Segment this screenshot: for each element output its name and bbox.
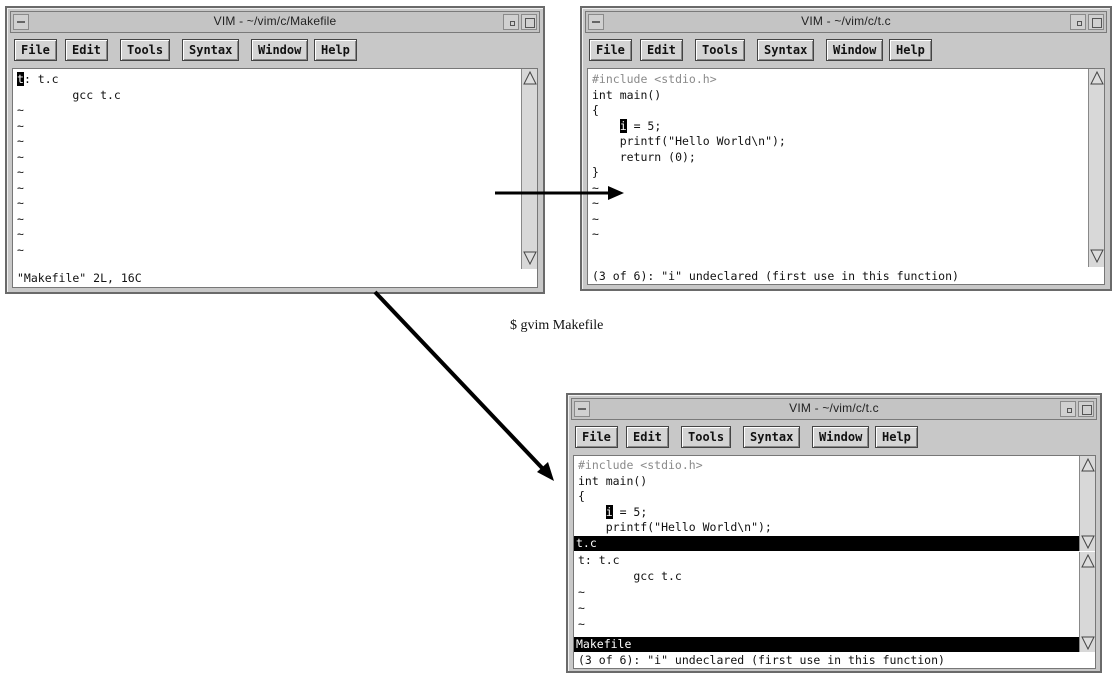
empty-line-marker: ~ [592,180,599,195]
code-line: gcc t.c [17,87,121,102]
menu-file[interactable]: File [14,39,57,61]
menu-syntax[interactable]: Syntax [182,39,240,61]
message-line: "Makefile" 2L, 16C [17,271,142,285]
code-line: #include <stdio.h> [592,72,717,86]
code-line: gcc t.c [578,569,682,583]
empty-line-marker: ~ [17,149,24,164]
empty-line-marker: ~ [17,227,24,241]
menu-edit[interactable]: Edit [65,39,108,61]
empty-line-marker: ~ [578,617,585,631]
scroll-down-icon[interactable] [1081,636,1095,650]
menu-window[interactable]: Window [812,426,870,448]
minimize-icon[interactable] [1060,401,1076,417]
maximize-icon[interactable] [521,14,537,30]
scroll-down-icon[interactable] [1081,535,1095,549]
window-title: VIM - ~/vim/c/t.c [801,14,891,28]
text-cursor: i [619,118,627,133]
menu-tools[interactable]: Tools [681,426,732,448]
scroll-up-icon[interactable] [1081,458,1095,472]
scroll-up-icon[interactable] [523,71,537,85]
text-buffer[interactable]: #include <stdio.h> int main(){ i = 5; pri… [587,68,1105,285]
code-line: i = 5; [619,118,662,133]
empty-line-marker: ~ [17,118,24,133]
minimize-icon[interactable] [1070,14,1086,30]
menu-bar: File Edit Tools Syntax Window Help [571,422,1097,452]
scrollbar-bottom[interactable] [1079,552,1095,652]
command-caption: $ gvim Makefile [510,318,604,333]
code-line: t: t.c [17,72,59,86]
menu-edit[interactable]: Edit [640,39,683,61]
code-line: int main() [578,473,648,488]
empty-line-marker: ~ [17,165,24,179]
code-line: #include <stdio.h> [578,458,703,472]
text-cursor: t [17,72,24,86]
code-line: printf("Hello World\n"); [578,520,772,534]
empty-line-marker: ~ [17,196,24,210]
menu-syntax[interactable]: Syntax [743,426,801,448]
split-text-area[interactable]: #include <stdio.h> int main(){ i = 5; pri… [573,455,1096,669]
maximize-icon[interactable] [1088,14,1104,30]
menu-file[interactable]: File [575,426,618,448]
code-line: } [592,165,599,179]
menu-help[interactable]: Help [875,426,918,448]
scroll-up-icon[interactable] [1081,554,1095,568]
menu-help[interactable]: Help [889,39,932,61]
vim-window-split: VIM - ~/vim/c/t.c File Edit Tools Syntax… [566,393,1102,673]
code-line: i = 5; [605,504,648,519]
menu-window[interactable]: Window [251,39,309,61]
code-line: t: t.c [578,553,620,567]
scrollbar[interactable] [521,69,537,269]
window-title: VIM - ~/vim/c/t.c [789,401,879,415]
empty-line-marker: ~ [17,134,24,148]
status-line-tc[interactable]: t.c [574,536,1079,551]
text-cursor: i [605,504,613,519]
code-line: { [592,103,599,117]
title-bar[interactable]: VIM - ~/vim/c/Makefile [10,11,540,33]
quickfix-message-line: (3 of 6): "i" undeclared (first use in t… [578,653,945,667]
text-buffer[interactable]: t: t.c gcc t.c ~ ~ ~ ~ ~ ~ ~ ~ ~ ~ "Makefile" 2L, … [12,68,538,288]
title-bar[interactable]: VIM - ~/vim/c/t.c [585,11,1107,33]
quickfix-message-line: (3 of 6): "i" undeclared (first use in t… [592,269,959,283]
menu-bar: File Edit Tools Syntax Window Help [585,35,1107,65]
status-line-makefile[interactable]: Makefile [574,637,1079,652]
scroll-down-icon[interactable] [523,251,537,265]
menu-help[interactable]: Help [314,39,357,61]
code-line: return (0); [592,149,696,164]
menu-window[interactable]: Window [826,39,884,61]
menu-syntax[interactable]: Syntax [757,39,815,61]
menu-bar: File Edit Tools Syntax Window Help [10,35,540,65]
menu-tools[interactable]: Tools [695,39,746,61]
scrollbar[interactable] [1088,69,1104,267]
empty-line-marker: ~ [17,242,24,257]
code-line: int main() [592,87,662,102]
minimize-icon[interactable] [503,14,519,30]
empty-line-marker: ~ [578,601,585,615]
menu-file[interactable]: File [589,39,632,61]
vim-window-makefile: VIM - ~/vim/c/Makefile File Edit Tools S… [5,6,545,294]
menu-edit[interactable]: Edit [626,426,669,448]
scroll-up-icon[interactable] [1090,71,1104,85]
maximize-icon[interactable] [1078,401,1094,417]
empty-line-marker: ~ [17,103,24,117]
empty-line-marker: ~ [17,211,24,226]
empty-line-marker: ~ [592,227,599,241]
empty-line-marker: ~ [592,211,599,226]
title-bar[interactable]: VIM - ~/vim/c/t.c [571,398,1097,420]
code-line: { [578,489,585,503]
code-line: printf("Hello World\n"); [592,134,786,148]
scrollbar-top[interactable] [1079,456,1095,551]
scroll-down-icon[interactable] [1090,249,1104,263]
window-title: VIM - ~/vim/c/Makefile [213,14,337,28]
vim-window-tc: VIM - ~/vim/c/t.c File Edit Tools Syntax… [580,6,1112,291]
menu-tools[interactable]: Tools [120,39,171,61]
empty-line-marker: ~ [17,180,24,195]
empty-line-marker: ~ [578,585,585,599]
empty-line-marker: ~ [592,196,599,210]
